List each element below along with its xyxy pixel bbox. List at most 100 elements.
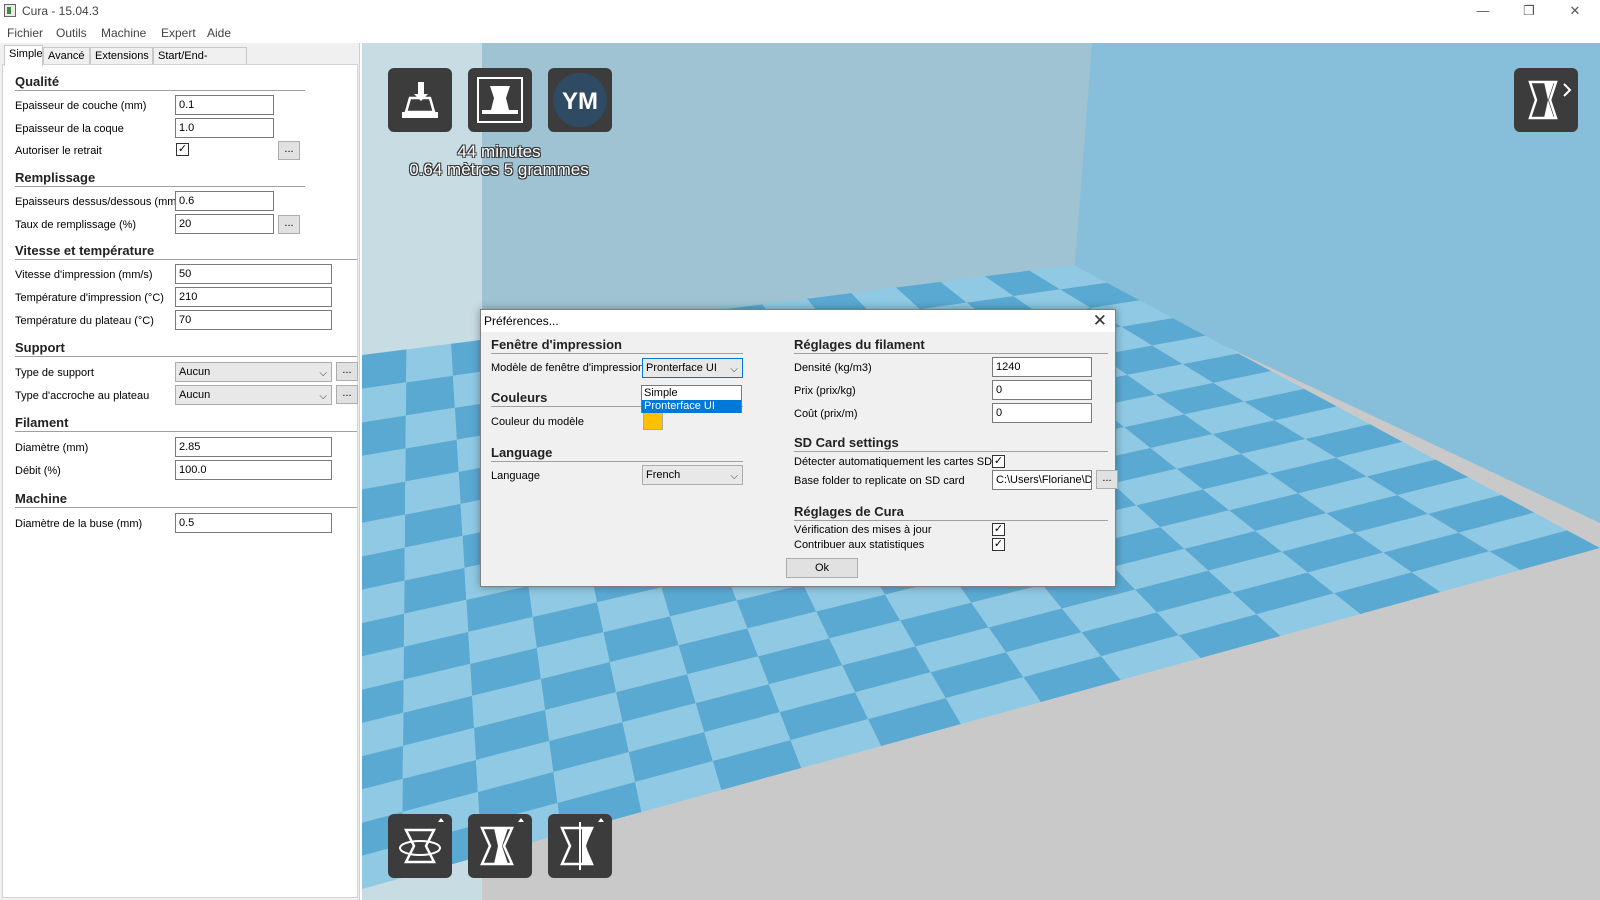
ok-button[interactable]: Ok	[786, 558, 858, 578]
fill-settings-button[interactable]: ...	[278, 215, 300, 234]
section-divider	[794, 451, 1108, 452]
cost-field[interactable]: 0	[992, 403, 1092, 423]
language-select[interactable]: French ⌵	[642, 465, 743, 485]
support-type-value: Aucun	[179, 366, 211, 378]
flow-field[interactable]: 100.0	[175, 460, 332, 480]
load-model-icon	[402, 82, 438, 118]
preferences-dialog: Préférences... ✕ Fenêtre d'impression Mo…	[480, 309, 1118, 587]
tab-extensions[interactable]: Extensions	[90, 47, 153, 65]
contribute-stats-label: Contribuer aux statistiques	[794, 539, 925, 551]
section-divider	[794, 520, 1108, 521]
tab-avance[interactable]: Avancé	[43, 47, 90, 65]
print-speed-field[interactable]: 50	[175, 264, 332, 284]
sd-autodetect-checkbox[interactable]: ✓	[992, 455, 1005, 468]
retraction-checkbox[interactable]: ✓	[176, 143, 189, 156]
contribute-stats-checkbox[interactable]: ✓	[992, 538, 1005, 551]
fill-density-field[interactable]: 20	[175, 214, 274, 234]
check-updates-checkbox[interactable]: ✓	[992, 523, 1005, 536]
print-window-model-select[interactable]: Pronterface UI ⌵	[642, 358, 743, 378]
check-updates-label: Vérification des mises à jour	[794, 524, 932, 536]
menu-expert[interactable]: Expert	[161, 26, 196, 40]
floor-tile	[362, 349, 407, 389]
support-type-select[interactable]: Aucun ⌵	[175, 362, 332, 382]
youmagine-icon: YM	[553, 73, 607, 127]
chevron-down-icon: ⌵	[319, 391, 327, 402]
browse-folder-button[interactable]: ...	[1096, 470, 1118, 489]
section-machine: Machine	[15, 491, 68, 506]
section-divider	[15, 259, 357, 260]
layer-height-field[interactable]: 0.1	[175, 95, 274, 115]
language-value: French	[646, 469, 681, 481]
title-bar: Cura - 15.04.3 — ❐ ✕	[0, 0, 1600, 22]
nozzle-diameter-field[interactable]: 0.5	[175, 513, 332, 533]
close-icon[interactable]: ✕	[1093, 311, 1107, 331]
print-window-model-value: Pronterface UI	[646, 362, 717, 374]
retraction-settings-button[interactable]: ...	[278, 141, 300, 160]
print-temp-label: Température d'impression (°C)	[15, 292, 164, 304]
tab-simple[interactable]: Simple	[4, 45, 43, 66]
rotate-button[interactable]	[388, 814, 452, 878]
price-label: Prix (prix/kg)	[794, 385, 856, 397]
dialog-title-bar: Préférences... ✕	[481, 310, 1115, 332]
section-remplissage: Remplissage	[15, 170, 96, 185]
scale-icon	[480, 818, 524, 866]
section-support: Support	[15, 340, 65, 355]
print-temp-field[interactable]: 210	[175, 287, 332, 307]
close-window-button[interactable]: ✕	[1552, 0, 1598, 22]
support-settings-button[interactable]: ...	[336, 362, 358, 381]
retraction-label: Autoriser le retrait	[15, 145, 102, 157]
scale-button[interactable]	[468, 814, 532, 878]
mirror-button[interactable]	[548, 814, 612, 878]
base-folder-field[interactable]: C:\Users\Floriane\D	[992, 470, 1092, 490]
menu-bar: Fichier Outils Machine Expert Aide	[0, 22, 1600, 43]
section-cura-settings: Réglages de Cura	[794, 504, 904, 519]
section-filament: Filament	[15, 415, 69, 430]
base-folder-label: Base folder to replicate on SD card	[794, 475, 965, 487]
bed-temp-label: Température du plateau (°C)	[15, 315, 154, 327]
save-gcode-button[interactable]	[468, 68, 532, 132]
section-divider	[15, 356, 357, 357]
section-print-window: Fenêtre d'impression	[491, 337, 622, 352]
price-field[interactable]: 0	[992, 380, 1092, 400]
support-type-label: Type de support	[15, 367, 94, 379]
flow-label: Débit (%)	[15, 465, 61, 477]
maximize-button[interactable]: ❐	[1506, 0, 1552, 22]
dropdown-option-simple[interactable]: Simple	[642, 387, 741, 400]
window-title: Cura - 15.04.3	[22, 4, 99, 18]
shell-thickness-field[interactable]: 1.0	[175, 118, 274, 138]
language-label: Language	[491, 470, 540, 482]
print-time: 44 minutes	[457, 142, 541, 161]
filament-diameter-label: Diamètre (mm)	[15, 442, 89, 454]
density-field[interactable]: 1240	[992, 357, 1092, 377]
floor-tile	[406, 343, 453, 383]
cost-label: Coût (prix/m)	[794, 408, 858, 420]
dialog-title: Préférences...	[484, 314, 559, 328]
simple-settings: Qualité Epaisseur de couche (mm) 0.1 Epa…	[2, 64, 358, 898]
adhesion-settings-button[interactable]: ...	[336, 385, 358, 404]
mirror-icon	[560, 818, 604, 870]
print-material: 0.64 mètres 5 grammes	[409, 160, 589, 179]
model-color-label: Couleur du modèle	[491, 416, 584, 428]
load-model-button[interactable]	[388, 68, 452, 132]
youmagine-button[interactable]: YM	[548, 68, 612, 132]
adhesion-type-select[interactable]: Aucun ⌵	[175, 385, 332, 405]
menu-fichier[interactable]: Fichier	[7, 26, 43, 40]
view-mode-button[interactable]	[1514, 68, 1578, 132]
menu-aide[interactable]: Aide	[207, 26, 231, 40]
section-divider	[15, 507, 357, 508]
dropdown-option-pronterface[interactable]: Pronterface UI	[642, 400, 741, 413]
settings-panel: Simple Avancé Extensions Start/End-GCode…	[0, 43, 360, 900]
svg-text:YM: YM	[562, 88, 598, 115]
model-color-swatch[interactable]	[643, 412, 663, 430]
cura-app-icon	[4, 4, 16, 17]
print-estimate: 44 minutes 0.64 mètres 5 grammes	[404, 143, 594, 179]
bed-temp-field[interactable]: 70	[175, 310, 332, 330]
menu-outils[interactable]: Outils	[56, 26, 87, 40]
section-vitesse: Vitesse et température	[15, 243, 155, 258]
filament-diameter-field[interactable]: 2.85	[175, 437, 332, 457]
top-bottom-field[interactable]: 0.6	[175, 191, 274, 211]
chevron-down-icon: ⌵	[319, 368, 327, 379]
menu-machine[interactable]: Machine	[101, 26, 146, 40]
minimize-button[interactable]: —	[1460, 0, 1506, 22]
tab-start-end-gcode[interactable]: Start/End-GCode	[153, 47, 247, 78]
